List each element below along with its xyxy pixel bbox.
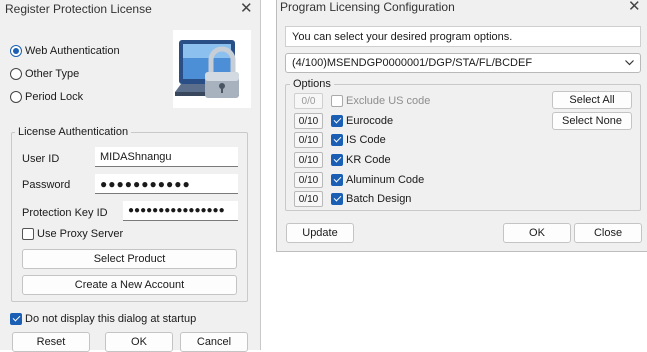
checkbox-box xyxy=(331,154,343,166)
checkbox-box xyxy=(331,95,343,107)
radio-indicator xyxy=(10,68,22,80)
user-id-input[interactable]: MIDAShnangu xyxy=(95,147,238,167)
create-new-account-button[interactable]: Create a New Account xyxy=(22,275,237,295)
option-label: KR Code xyxy=(346,154,391,166)
option-kr-code[interactable]: KR Code xyxy=(331,154,391,166)
option-eurocode[interactable]: Eurocode xyxy=(331,115,393,127)
register-protection-license-dialog: Register Protection License ✕ Web Authen… xyxy=(0,0,261,352)
radio-period-lock[interactable]: Period Lock xyxy=(10,91,83,103)
cancel-button[interactable]: Cancel xyxy=(180,332,248,352)
computer-lock-icon xyxy=(173,30,251,108)
checkbox-box xyxy=(331,193,343,205)
select-all-button[interactable]: Select All xyxy=(552,91,632,109)
chevron-down-icon xyxy=(625,57,634,69)
option-count: 0/10 xyxy=(294,132,323,148)
ok-button[interactable]: OK xyxy=(105,332,173,352)
radio-indicator xyxy=(10,45,22,57)
select-none-button[interactable]: Select None xyxy=(552,112,632,130)
option-count: 0/10 xyxy=(294,172,323,188)
checkbox-box xyxy=(331,134,343,146)
group-legend: Options xyxy=(290,78,334,90)
ok-button[interactable]: OK xyxy=(503,223,571,243)
option-is-code[interactable]: IS Code xyxy=(331,134,386,146)
password-input[interactable]: ●●●●●●●●●●● xyxy=(95,174,238,194)
option-batch-design[interactable]: Batch Design xyxy=(331,193,411,205)
checkbox-box xyxy=(331,174,343,186)
checkbox-box xyxy=(10,313,22,325)
option-label: Eurocode xyxy=(346,115,394,127)
program-licensing-configuration-dialog: Program Licensing Configuration ✕ You ca… xyxy=(276,0,647,252)
option-count: 0/0 xyxy=(294,93,323,109)
program-license-combo[interactable]: (4/100)MSENDGP0000001/DGP/STA/FL/BCDEF xyxy=(285,53,641,73)
info-bar: You can select your desired program opti… xyxy=(285,26,641,47)
password-label: Password xyxy=(22,179,71,191)
close-button[interactable]: Close xyxy=(574,223,642,243)
info-text: You can select your desired program opti… xyxy=(292,30,513,43)
option-label: Exclude US code xyxy=(346,95,431,107)
option-count: 0/10 xyxy=(294,152,323,168)
option-label: IS Code xyxy=(346,134,386,146)
radio-label: Other Type xyxy=(25,68,80,80)
dialog-title: Register Protection License xyxy=(5,2,152,16)
checkbox-label: Do not display this dialog at startup xyxy=(25,313,197,325)
radio-label: Period Lock xyxy=(25,91,84,103)
reset-button[interactable]: Reset xyxy=(12,332,90,352)
use-proxy-checkbox[interactable]: Use Proxy Server xyxy=(22,228,123,240)
checkbox-label: Use Proxy Server xyxy=(37,228,124,240)
do-not-display-checkbox[interactable]: Do not display this dialog at startup xyxy=(10,313,196,325)
checkbox-box xyxy=(22,228,34,240)
option-label: Batch Design xyxy=(346,193,412,205)
update-button[interactable]: Update xyxy=(286,223,354,243)
select-product-button[interactable]: Select Product xyxy=(22,249,237,269)
combo-value: (4/100)MSENDGP0000001/DGP/STA/FL/BCDEF xyxy=(292,57,533,69)
option-aluminum-code[interactable]: Aluminum Code xyxy=(331,174,424,186)
option-count: 0/10 xyxy=(294,113,323,129)
radio-indicator xyxy=(10,91,22,103)
radio-label: Web Authentication xyxy=(25,45,120,57)
dialog-title: Program Licensing Configuration xyxy=(280,0,455,14)
option-exclude-us-code: Exclude US code xyxy=(331,95,430,107)
close-icon[interactable]: ✕ xyxy=(628,0,641,14)
protection-key-input[interactable]: ●●●●●●●●●●●●●●●● xyxy=(123,201,238,221)
checkbox-box xyxy=(331,115,343,127)
radio-web-authentication[interactable]: Web Authentication xyxy=(10,45,120,57)
group-legend: License Authentication xyxy=(15,126,132,138)
close-icon[interactable]: ✕ xyxy=(240,1,253,16)
option-label: Aluminum Code xyxy=(346,174,425,186)
radio-other-type[interactable]: Other Type xyxy=(10,68,79,80)
user-id-label: User ID xyxy=(22,153,60,165)
option-count: 0/10 xyxy=(294,191,323,207)
protection-key-label: Protection Key ID xyxy=(22,207,108,219)
